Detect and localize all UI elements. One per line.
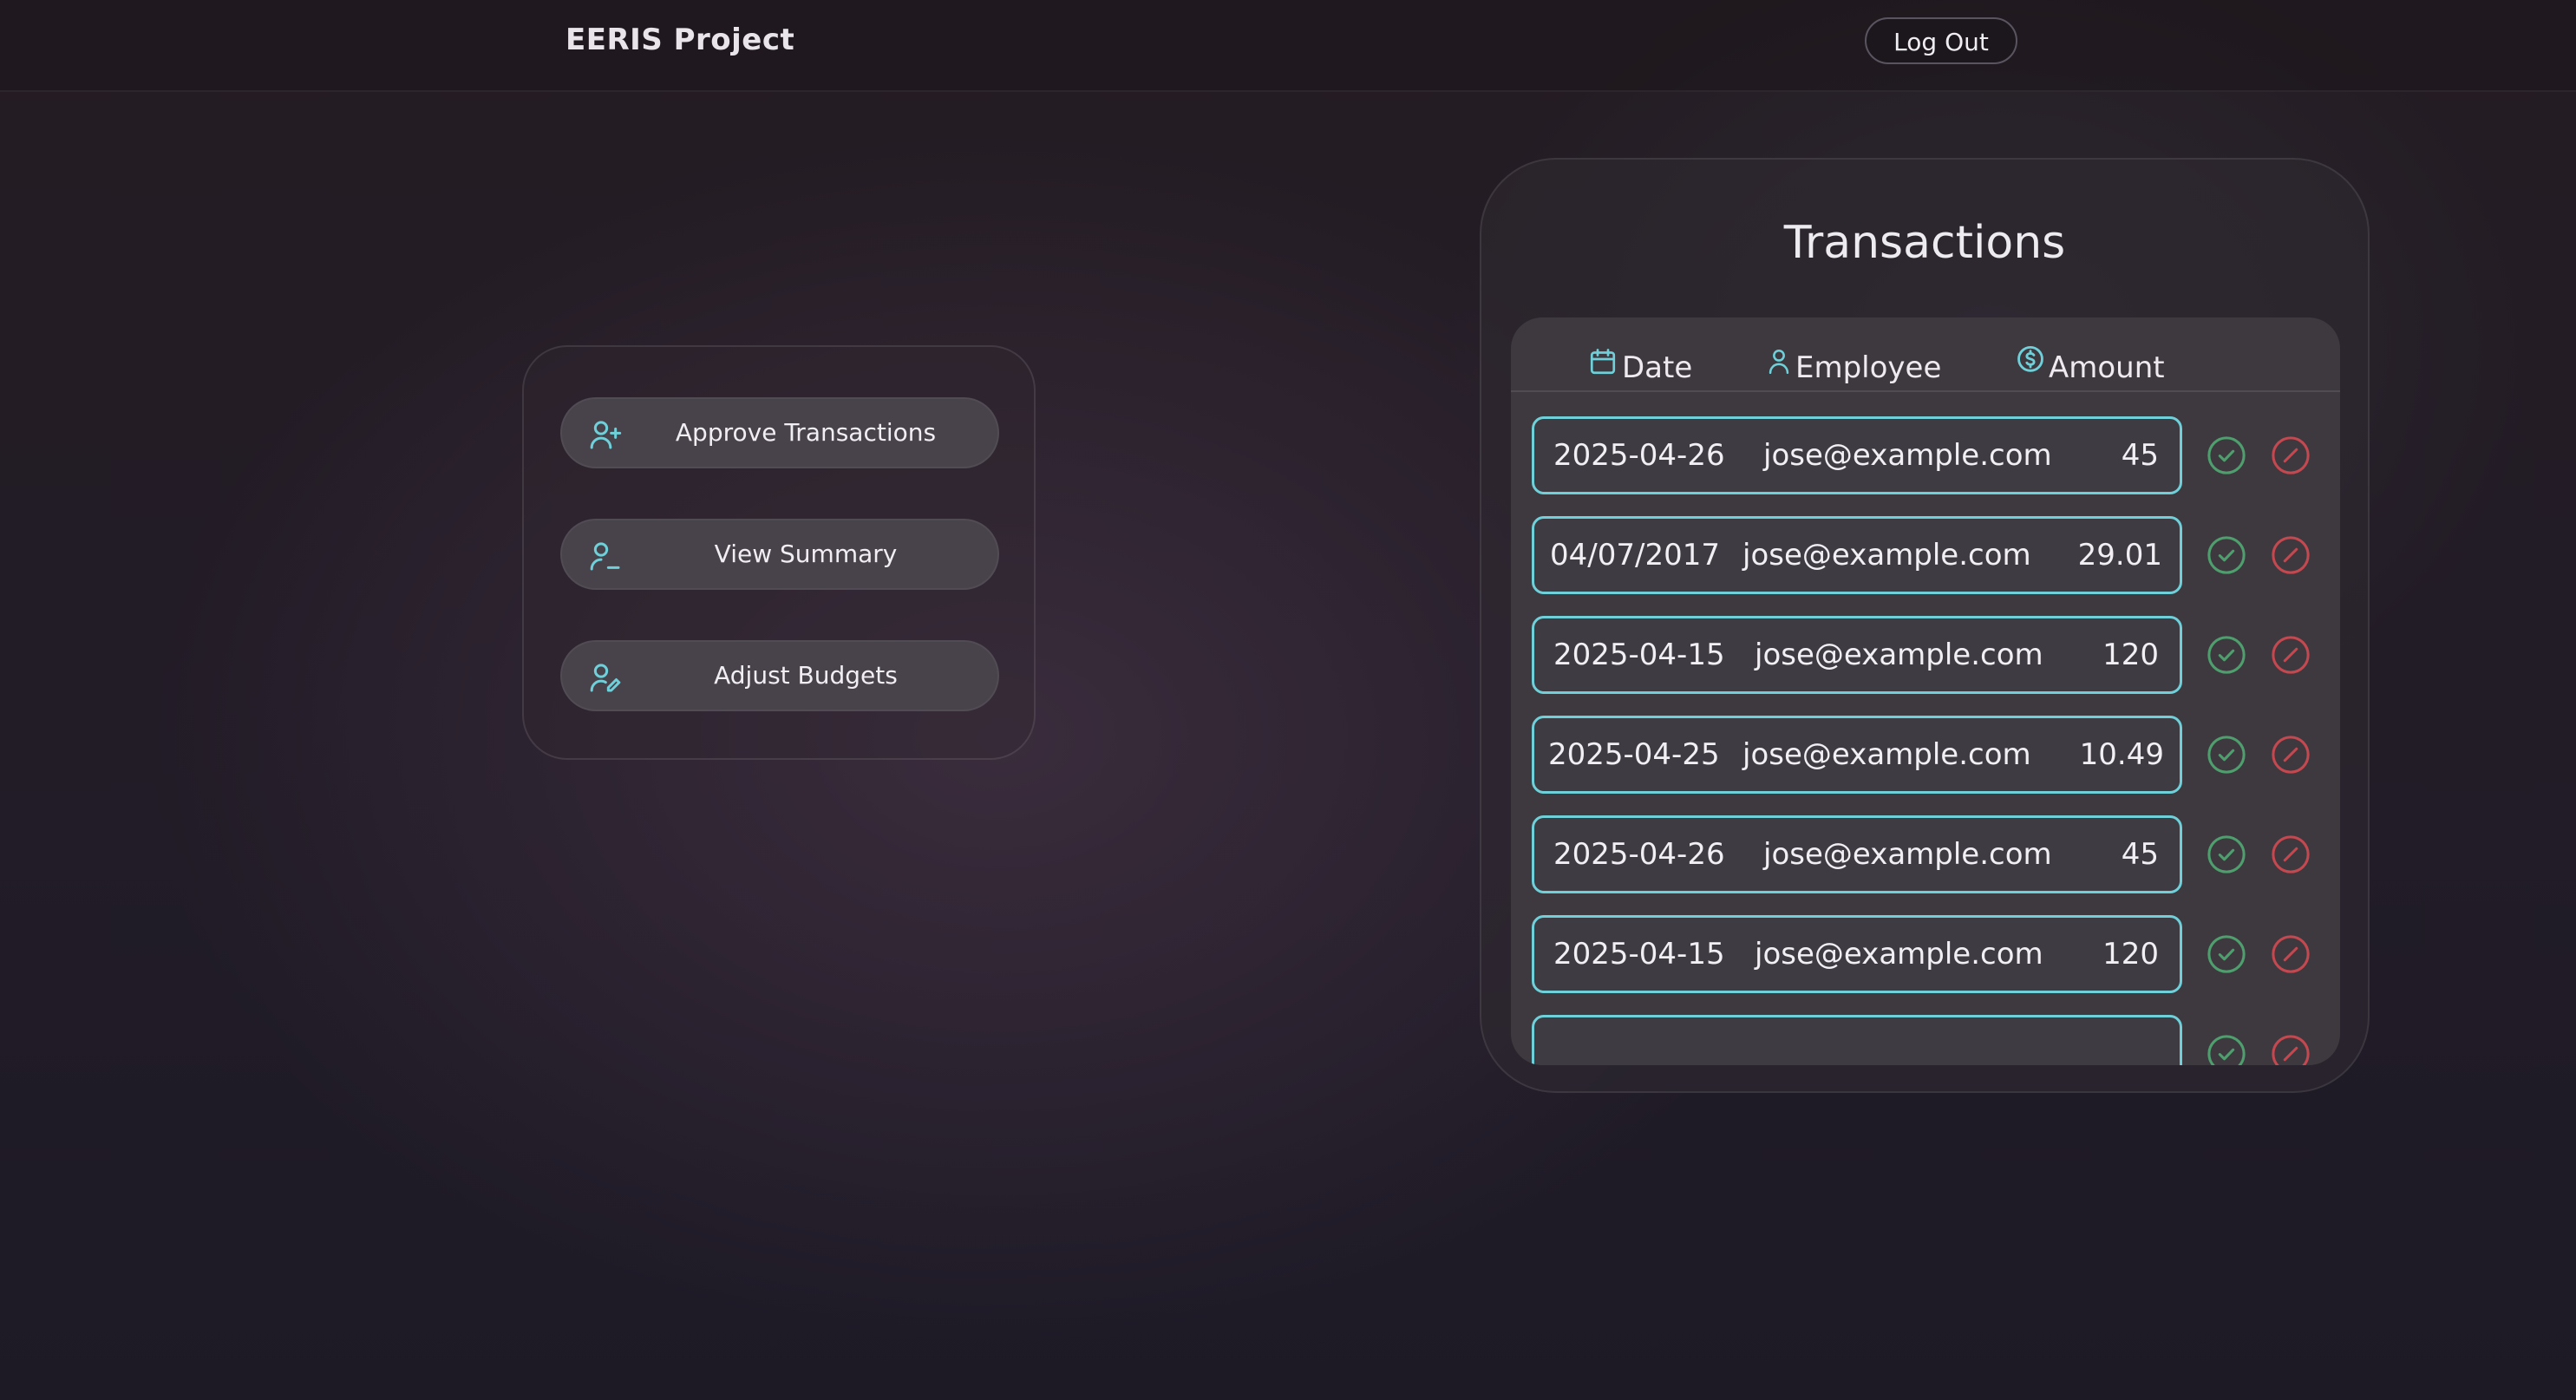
table-row: 04/07/2017 jose@example.com 29.01 (1532, 516, 2321, 594)
transaction-entry[interactable]: 2025-04-26 jose@example.com 45 (1532, 815, 2182, 893)
transaction-amount: 120 (2102, 638, 2159, 672)
transaction-employee: jose@example.com (1742, 737, 2031, 772)
transaction-date: 04/07/2017 (1550, 538, 1720, 572)
menu-item-label: Adjust Budgets (714, 661, 898, 690)
menu-item-label: View Summary (714, 540, 898, 568)
logout-button[interactable]: Log Out (1865, 17, 2017, 64)
column-header-label: Employee (1795, 350, 1942, 385)
reject-icon[interactable] (2271, 735, 2311, 775)
column-header-label: Date (1622, 350, 1693, 385)
transactions-panel: Transactions Date Employee Amount 2025-0… (1480, 158, 2370, 1093)
transaction-amount: 45 (2121, 837, 2159, 872)
reject-icon[interactable] (2271, 834, 2311, 874)
table-row (1532, 1015, 2321, 1065)
transaction-date: 2025-04-15 (1553, 638, 1725, 672)
top-bar: EERIS Project Log Out (0, 0, 2576, 92)
approve-icon[interactable] (2207, 535, 2246, 575)
reject-icon[interactable] (2271, 1034, 2311, 1065)
approve-transactions-button[interactable]: Approve Transactions (560, 397, 999, 468)
transaction-employee: jose@example.com (1763, 837, 2052, 872)
approve-icon[interactable] (2207, 435, 2246, 475)
transaction-date: 2025-04-15 (1553, 937, 1725, 971)
transaction-date: 2025-04-25 (1548, 737, 1720, 772)
transaction-employee: jose@example.com (1763, 438, 2052, 473)
transaction-entry[interactable]: 2025-04-15 jose@example.com 120 (1532, 616, 2182, 694)
approve-icon[interactable] (2207, 735, 2246, 775)
reject-icon[interactable] (2271, 635, 2311, 675)
transaction-employee: jose@example.com (1755, 638, 2043, 672)
user-plus-icon (590, 421, 622, 449)
transactions-title: Transactions (1783, 217, 2066, 269)
transaction-entry[interactable]: 2025-04-25 jose@example.com 10.49 (1532, 716, 2182, 794)
reject-icon[interactable] (2271, 934, 2311, 974)
menu-item-label: Approve Transactions (675, 418, 937, 447)
user-icon (1769, 349, 1789, 375)
view-summary-button[interactable]: View Summary (560, 519, 999, 590)
transactions-list: 2025-04-26 jose@example.com 45 04/07/201… (1511, 392, 2340, 1065)
column-header-label: Amount (2049, 350, 2165, 385)
transaction-amount: 45 (2121, 438, 2159, 473)
approve-icon[interactable] (2207, 934, 2246, 974)
approve-icon[interactable] (2207, 1034, 2246, 1065)
reject-icon[interactable] (2271, 535, 2311, 575)
user-edit-icon (590, 664, 621, 692)
calendar-icon (1590, 349, 1616, 375)
approve-icon[interactable] (2207, 635, 2246, 675)
action-menu: Approve Transactions View Summary Adjust… (522, 345, 1036, 760)
user-minus-icon (590, 542, 620, 571)
transaction-employee: jose@example.com (1742, 538, 2031, 572)
reject-icon[interactable] (2271, 435, 2311, 475)
table-row: 2025-04-26 jose@example.com 45 (1532, 815, 2321, 893)
approve-icon[interactable] (2207, 834, 2246, 874)
transaction-entry[interactable] (1532, 1015, 2182, 1065)
table-row: 2025-04-26 jose@example.com 45 (1532, 416, 2321, 494)
transactions-table: Date Employee Amount 2025-04-26 jose@exa… (1511, 317, 2340, 1065)
transaction-amount: 120 (2102, 937, 2159, 971)
transaction-date: 2025-04-26 (1553, 837, 1725, 872)
transaction-entry[interactable]: 04/07/2017 jose@example.com 29.01 (1532, 516, 2182, 594)
transaction-date: 2025-04-26 (1553, 438, 1725, 473)
transaction-amount: 10.49 (2079, 737, 2164, 772)
transaction-amount: 29.01 (2077, 538, 2162, 572)
table-row: 2025-04-15 jose@example.com 120 (1532, 915, 2321, 993)
dollar-circle-icon (2017, 345, 2043, 372)
table-row: 2025-04-15 jose@example.com 120 (1532, 616, 2321, 694)
transaction-entry[interactable]: 2025-04-15 jose@example.com 120 (1532, 915, 2182, 993)
transaction-entry[interactable]: 2025-04-26 jose@example.com 45 (1532, 416, 2182, 494)
app-title: EERIS Project (566, 23, 795, 57)
adjust-budgets-button[interactable]: Adjust Budgets (560, 640, 999, 711)
table-header: Date Employee Amount (1511, 317, 2340, 392)
transaction-employee: jose@example.com (1755, 937, 2043, 971)
table-row: 2025-04-25 jose@example.com 10.49 (1532, 716, 2321, 794)
